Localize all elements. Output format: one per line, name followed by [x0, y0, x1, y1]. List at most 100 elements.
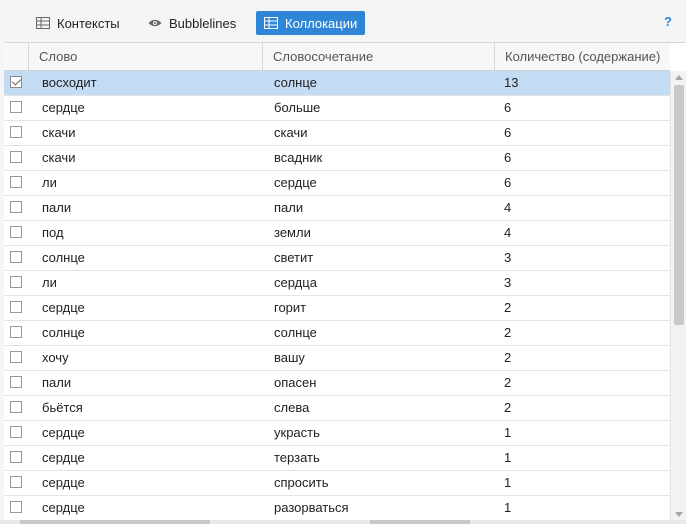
column-header-count[interactable]: Количество (содержание): [494, 43, 670, 70]
scroll-up-icon[interactable]: [675, 75, 683, 80]
table-row[interactable]: скачи всадник 6: [4, 146, 670, 171]
cell-count: 4: [504, 200, 512, 215]
cell-count: 2: [504, 325, 512, 340]
table-row[interactable]: ли сердце 6: [4, 171, 670, 196]
row-checkbox[interactable]: [10, 126, 22, 138]
cell-count: 6: [504, 100, 512, 115]
horizontal-scrollbar[interactable]: [0, 520, 686, 524]
tab-bubblelines[interactable]: Bubblelines: [140, 11, 244, 35]
cell-word: сердце: [42, 100, 85, 115]
row-checkbox[interactable]: [10, 76, 22, 88]
table-row[interactable]: сердце разорваться 1: [4, 496, 670, 521]
row-checkbox[interactable]: [10, 276, 22, 288]
cell-collocate: скачи: [274, 125, 308, 140]
cell-collocate: солнце: [274, 75, 317, 90]
table-row[interactable]: сердце горит 2: [4, 296, 670, 321]
table-row[interactable]: сердце больше 6: [4, 96, 670, 121]
cell-count: 6: [504, 150, 512, 165]
cell-word: скачи: [42, 150, 76, 165]
tab-contexts[interactable]: Контексты: [28, 11, 128, 35]
cell-count: 3: [504, 250, 512, 265]
row-checkbox[interactable]: [10, 476, 22, 488]
cell-word: бьётся: [42, 400, 83, 415]
row-checkbox[interactable]: [10, 401, 22, 413]
row-checkbox[interactable]: [10, 251, 22, 263]
cell-word: хочу: [42, 350, 69, 365]
table-row[interactable]: сердце терзать 1: [4, 446, 670, 471]
cell-count: 13: [504, 75, 519, 90]
cell-word: сердце: [42, 500, 85, 515]
cell-collocate: вашу: [274, 350, 305, 365]
vertical-scrollbar[interactable]: [670, 71, 686, 521]
column-header-word[interactable]: Слово: [28, 43, 262, 70]
cell-collocate: пали: [274, 200, 304, 215]
cell-word: солнце: [42, 325, 85, 340]
row-checkbox[interactable]: [10, 201, 22, 213]
cell-word: пали: [42, 200, 72, 215]
cell-collocate: терзать: [274, 450, 320, 465]
cell-count: 1: [504, 450, 512, 465]
eye-icon: [148, 16, 162, 30]
help-button[interactable]: ?: [664, 14, 672, 29]
table-row[interactable]: пали опасен 2: [4, 371, 670, 396]
cell-collocate: слева: [274, 400, 310, 415]
row-checkbox[interactable]: [10, 451, 22, 463]
table-row[interactable]: хочу вашу 2: [4, 346, 670, 371]
cell-count: 1: [504, 500, 512, 515]
cell-count: 4: [504, 225, 512, 240]
cell-word: сердце: [42, 300, 85, 315]
table-row[interactable]: восходит солнце 13: [4, 71, 670, 96]
table-row[interactable]: пали пали 4: [4, 196, 670, 221]
table-row[interactable]: скачи скачи 6: [4, 121, 670, 146]
table-row[interactable]: солнце светит 3: [4, 246, 670, 271]
cell-word: ли: [42, 275, 57, 290]
row-checkbox[interactable]: [10, 326, 22, 338]
table-row[interactable]: солнце солнце 2: [4, 321, 670, 346]
row-checkbox[interactable]: [10, 176, 22, 188]
table-row[interactable]: сердце украсть 1: [4, 421, 670, 446]
cell-word: под: [42, 225, 64, 240]
scrollbar-thumb[interactable]: [370, 520, 470, 524]
cell-count: 3: [504, 275, 512, 290]
cell-collocate: украсть: [274, 425, 320, 440]
row-checkbox[interactable]: [10, 226, 22, 238]
row-checkbox[interactable]: [10, 301, 22, 313]
cell-collocate: разорваться: [274, 500, 349, 515]
cell-count: 1: [504, 475, 512, 490]
cell-collocate: светит: [274, 250, 314, 265]
table-row[interactable]: под земли 4: [4, 221, 670, 246]
table-row[interactable]: ли сердца 3: [4, 271, 670, 296]
scroll-down-icon[interactable]: [675, 512, 683, 517]
row-checkbox[interactable]: [10, 151, 22, 163]
cell-word: пали: [42, 375, 72, 390]
cell-collocate: горит: [274, 300, 307, 315]
tab-collocations[interactable]: Коллокации: [256, 11, 366, 35]
table-row[interactable]: бьётся слева 2: [4, 396, 670, 421]
cell-collocate: всадник: [274, 150, 323, 165]
cell-word: восходит: [42, 75, 97, 90]
cell-collocate: сердце: [274, 175, 317, 190]
scrollbar-thumb[interactable]: [674, 85, 684, 325]
cell-collocate: опасен: [274, 375, 317, 390]
cell-collocate: спросить: [274, 475, 329, 490]
row-checkbox[interactable]: [10, 501, 22, 513]
cell-word: сердце: [42, 425, 85, 440]
cell-collocate: солнце: [274, 325, 317, 340]
cell-word: солнце: [42, 250, 85, 265]
column-header-collocate[interactable]: Словосочетание: [262, 43, 494, 70]
row-checkbox[interactable]: [10, 426, 22, 438]
table-row[interactable]: сердце спросить 1: [4, 471, 670, 496]
row-checkbox[interactable]: [10, 101, 22, 113]
cell-collocate: сердца: [274, 275, 317, 290]
cell-count: 2: [504, 375, 512, 390]
scrollbar-thumb[interactable]: [20, 520, 210, 524]
row-checkbox[interactable]: [10, 351, 22, 363]
cell-collocate: земли: [274, 225, 311, 240]
cell-count: 1: [504, 425, 512, 440]
grid-rows: восходит солнце 13 сердце больше 6 скачи скачи 6…: [4, 71, 670, 521]
grid-header: Слово Словосочетание Количество (содержа…: [4, 43, 670, 71]
row-checkbox[interactable]: [10, 376, 22, 388]
cell-collocate: больше: [274, 100, 321, 115]
cell-count: 2: [504, 400, 512, 415]
cell-word: скачи: [42, 125, 76, 140]
